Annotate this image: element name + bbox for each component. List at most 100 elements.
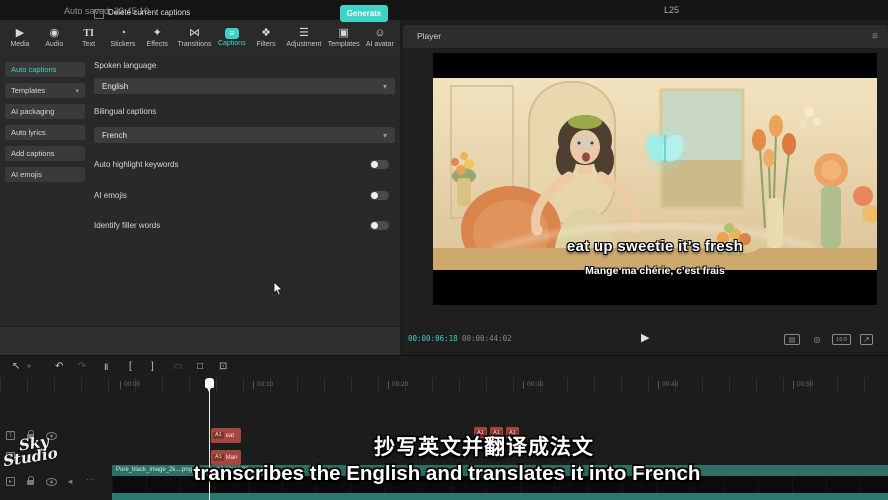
sticker-icon: ◔ (120, 27, 127, 40)
toolbar-item-text[interactable]: TI Text (75, 27, 103, 48)
toolbar-item-label: Stickers (110, 41, 135, 48)
app-window: Auto saved: 23:45:10 L25 ▶ Media ◉ Audio… (0, 0, 888, 500)
sidebar-item-auto-lyrics[interactable]: Auto lyrics (5, 125, 85, 140)
select-tool-caret-icon[interactable]: ▾ (27, 360, 31, 374)
toggle-knob (371, 192, 378, 199)
filler-words-label: Identify filler words (94, 221, 160, 230)
fullscreen-icon[interactable]: ↗ (860, 334, 873, 345)
auto-highlight-label: Auto highlight keywords (94, 160, 179, 169)
toolbar-item-templates[interactable]: ▣ Templates (328, 27, 360, 48)
generate-button[interactable]: Generate (340, 5, 388, 22)
trim-left-icon[interactable]: [ (129, 360, 132, 374)
toolbar-item-label: AI avatar (366, 41, 394, 48)
toolbar-item-label: Media (10, 41, 29, 48)
sidebar-item-add-captions[interactable]: Add captions (5, 146, 85, 161)
toolbar-item-filters[interactable]: ❖ Filters (252, 27, 280, 48)
ai-emojis-label: AI emojis (94, 191, 127, 200)
crop-icon[interactable]: ⊡ (219, 360, 227, 374)
aspect-ratio-icon[interactable]: 16:9 (832, 334, 851, 345)
video-caption-secondary: Mange ma chérie, c'est frais (433, 265, 877, 277)
toolbar-item-stickers[interactable]: ◔ Stickers (109, 27, 137, 48)
playhead-tip (207, 388, 211, 392)
filler-words-toggle[interactable] (370, 221, 389, 230)
delete-captions-checkbox[interactable] (94, 9, 104, 19)
ai-emojis-toggle[interactable] (370, 191, 389, 200)
chevron-down-icon: ▾ (383, 131, 387, 140)
delete-captions-label: Delete current captions (108, 8, 190, 17)
current-timecode: 00:00:06:18 (408, 334, 458, 343)
sidebar-item-label: Auto captions (11, 65, 56, 74)
window-label: L25 (664, 5, 679, 15)
redo-icon[interactable]: ↷ (78, 360, 86, 374)
ruler-label: 00:50 (793, 381, 813, 389)
sidebar-item-label: AI packaging (11, 107, 54, 116)
sidebar-item-ai-packaging[interactable]: AI packaging (5, 104, 85, 119)
video-caption-primary: eat up sweetie it's fresh (433, 238, 877, 255)
toolbar-item-media[interactable]: ▶ Media (6, 27, 34, 48)
ruler-label: 00:10 (253, 381, 273, 389)
templates-icon: ▣ (338, 27, 348, 40)
audio-icon: ◉ (49, 27, 59, 40)
text-icon: TI (83, 27, 94, 40)
captions-icon: ≡ (225, 28, 239, 39)
duration-timecode: 00:00:44:02 (462, 334, 512, 343)
toolbar-item-label: Effects (147, 41, 168, 48)
player-menu-icon[interactable]: ≡ (872, 31, 878, 42)
bilingual-captions-value: French (102, 131, 127, 140)
captions-panel (0, 55, 400, 355)
extract-audio-icon[interactable]: ▭ (173, 360, 182, 374)
captions-action-bar (0, 326, 400, 355)
sidebar-item-label: Templates (11, 86, 45, 95)
ruler-label: 00:20 (388, 381, 408, 389)
playhead-handle[interactable] (205, 378, 214, 388)
preview-quality-icon[interactable]: ▤ (784, 334, 800, 345)
audio-clip[interactable] (112, 493, 888, 500)
sidebar-item-label: Auto lyrics (11, 128, 46, 137)
sidebar-item-templates[interactable]: Templates ▾ (5, 83, 85, 98)
sidebar-item-ai-emojis[interactable]: AI emojis (5, 167, 85, 182)
mask-icon[interactable]: □ (197, 360, 203, 374)
adjustment-icon: ☰ (299, 27, 309, 40)
overlay-subtitle-english: transcribes the English and translates i… (3, 462, 888, 486)
player-title: Player (417, 31, 441, 41)
toolbar-item-label: Transitions (177, 41, 211, 48)
chevron-down-icon: ▾ (75, 87, 79, 95)
toggle-knob (371, 222, 378, 229)
media-icon: ▶ (16, 27, 24, 40)
effects-icon: ✦ (153, 27, 162, 40)
sidebar-item-label: Add captions (11, 149, 54, 158)
toolbar-item-transitions[interactable]: ⋈ Transitions (177, 27, 211, 48)
player-header (403, 25, 888, 48)
toggle-knob (371, 161, 378, 168)
spoken-language-select[interactable]: English ▾ (94, 78, 395, 94)
play-button[interactable]: ▶ (641, 331, 649, 344)
toolbar-item-label: Text (82, 41, 95, 48)
toolbar-item-captions[interactable]: ≡ Captions (218, 28, 246, 47)
transitions-icon: ⋈ (189, 27, 200, 40)
ruler-label: 00:30 (523, 381, 543, 389)
toolbar-item-adjustment[interactable]: ☰ Adjustment (286, 27, 321, 48)
text-track-icon: T (6, 431, 15, 440)
toolbar-item-effects[interactable]: ✦ Effects (143, 27, 171, 48)
trim-right-icon[interactable]: ] (151, 360, 154, 374)
select-tool-icon[interactable]: ↖ (12, 360, 20, 374)
bilingual-captions-select[interactable]: French ▾ (94, 127, 395, 143)
main-toolbar: ▶ Media ◉ Audio TI Text ◔ Stickers ✦ Eff… (0, 20, 400, 55)
spoken-language-value: English (102, 82, 128, 91)
filters-icon: ❖ (261, 27, 271, 40)
auto-highlight-toggle[interactable] (370, 160, 389, 169)
undo-icon[interactable]: ↶ (55, 360, 63, 374)
toolbar-item-audio[interactable]: ◉ Audio (40, 27, 68, 48)
sidebar-item-label: AI emojis (11, 170, 42, 179)
toolbar-item-label: Filters (257, 41, 276, 48)
toolbar-item-ai-avatar[interactable]: ☺ AI avatar (366, 27, 394, 48)
bilingual-captions-label: Bilingual captions (94, 107, 156, 116)
overlay-subtitle-chinese: 抄写英文并翻译成法文 (40, 431, 888, 461)
sidebar-item-auto-captions[interactable]: Auto captions (5, 62, 85, 77)
ai-avatar-icon: ☺ (374, 27, 385, 40)
ruler-label: 00:40 (658, 381, 678, 389)
toolbar-item-label: Captions (218, 40, 246, 47)
focus-frame-icon[interactable]: ◎ (810, 334, 824, 345)
spoken-language-label: Spoken language (94, 61, 156, 70)
split-clip-icon[interactable]: Ⅱ (104, 360, 108, 374)
